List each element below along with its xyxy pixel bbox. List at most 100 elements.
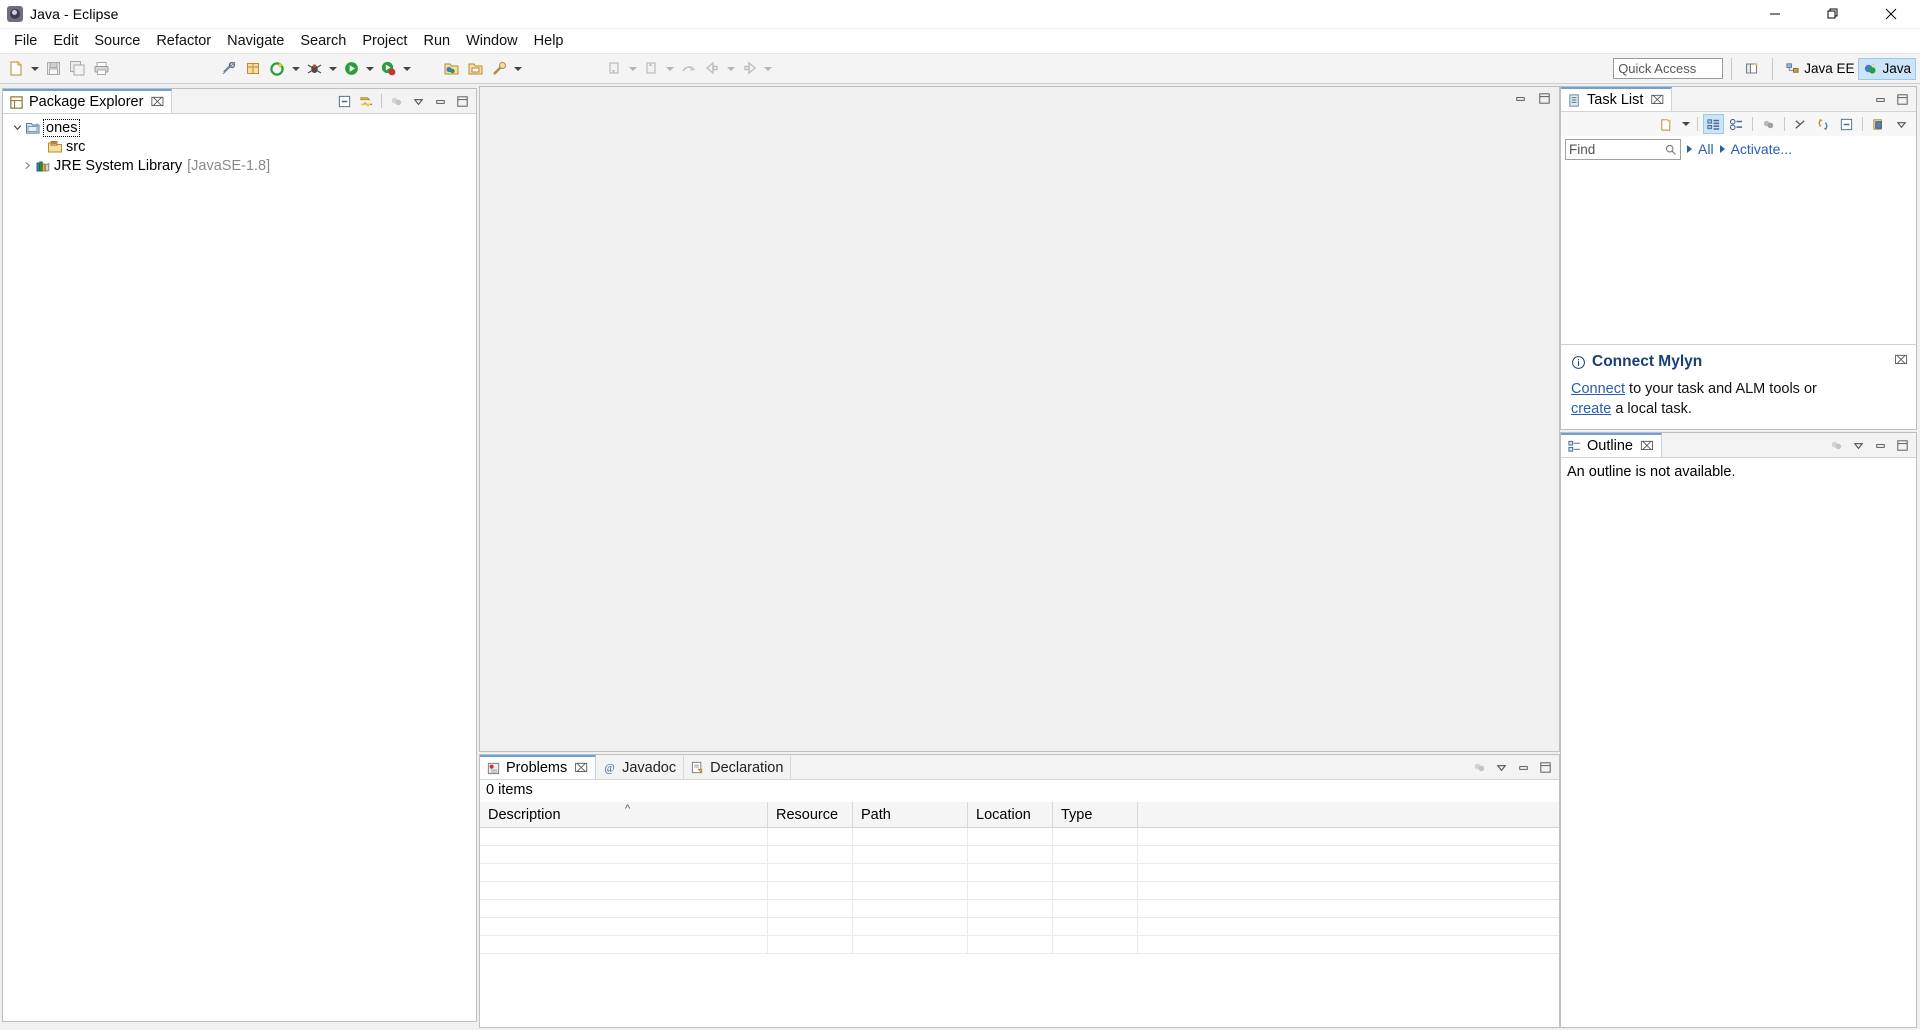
close-icon[interactable]: ⌧ xyxy=(1894,353,1908,367)
new-wizard-icon[interactable] xyxy=(4,57,28,81)
perspective-java[interactable]: Java xyxy=(1858,57,1916,80)
debug-icon[interactable] xyxy=(302,57,326,81)
maximize-icon[interactable] xyxy=(1535,757,1556,778)
table-row[interactable] xyxy=(480,918,1559,936)
minimize-icon[interactable] xyxy=(1870,435,1891,456)
view-menu-icon[interactable] xyxy=(1848,435,1869,456)
close-icon[interactable]: ⌧ xyxy=(1650,93,1664,107)
main-toolbar: Quick Access Java EE Java xyxy=(0,54,1920,84)
view-menu-icon[interactable] xyxy=(1491,757,1512,778)
table-row[interactable] xyxy=(480,864,1559,882)
search-dropdown-arrow-icon[interactable] xyxy=(511,57,524,81)
link-with-editor-icon[interactable] xyxy=(356,91,377,112)
open-perspective-icon[interactable] xyxy=(1740,57,1764,81)
tab-problems[interactable]: Problems ⌧ xyxy=(480,755,597,779)
editor-empty-surface[interactable] xyxy=(480,109,1559,751)
menu-search[interactable]: Search xyxy=(292,30,354,52)
restore-tasks-icon[interactable] xyxy=(1868,114,1889,134)
restore-window-button[interactable] xyxy=(1804,0,1862,29)
filter-link-all[interactable]: All xyxy=(1698,141,1714,157)
menu-source[interactable]: Source xyxy=(86,30,148,52)
minimize-icon[interactable] xyxy=(1513,757,1534,778)
column-header-type[interactable]: Type xyxy=(1053,802,1138,827)
tab-javadoc[interactable]: @ Javadoc xyxy=(596,755,685,779)
filter-link-activate[interactable]: Activate... xyxy=(1731,141,1792,157)
search-icon[interactable] xyxy=(1664,143,1677,156)
table-row[interactable] xyxy=(480,936,1559,954)
table-row[interactable] xyxy=(480,846,1559,864)
tab-package-explorer[interactable]: Package Explorer ⌧ xyxy=(3,89,173,113)
close-window-button[interactable] xyxy=(1862,0,1920,29)
column-header-location[interactable]: Location xyxy=(968,802,1053,827)
close-icon[interactable]: ⌧ xyxy=(150,95,164,109)
collapse-all-2-icon[interactable] xyxy=(1836,114,1857,134)
collapse-all-icon[interactable] xyxy=(1790,114,1811,134)
perspective-java-ee[interactable]: Java EE xyxy=(1781,58,1858,80)
find-input[interactable]: Find xyxy=(1565,138,1681,160)
maximize-icon[interactable] xyxy=(1534,88,1555,109)
tree-item-src[interactable]: src xyxy=(3,137,476,156)
new-task-dropdown-arrow-icon[interactable] xyxy=(1679,112,1692,136)
tree-item-project[interactable]: ones xyxy=(3,118,476,137)
tab-outline[interactable]: Outline ⌧ xyxy=(1561,433,1662,457)
tree-item-jre-system-library[interactable]: JRE System Library [JavaSE-1.8] xyxy=(3,156,476,175)
column-header-resource[interactable]: Resource xyxy=(768,802,853,827)
minimize-window-button[interactable] xyxy=(1746,0,1804,29)
open-type-icon[interactable] xyxy=(463,57,487,81)
table-row[interactable] xyxy=(480,882,1559,900)
mylyn-connect-link[interactable]: Connect xyxy=(1571,381,1625,397)
minimize-icon[interactable] xyxy=(1510,88,1531,109)
scheduled-presentation-icon[interactable] xyxy=(1726,114,1747,134)
menu-refactor[interactable]: Refactor xyxy=(148,30,219,52)
new-wizard-dropdown-arrow-icon[interactable] xyxy=(28,57,41,81)
toggle-breadcrumb-icon[interactable] xyxy=(217,57,241,81)
chevron-down-icon[interactable] xyxy=(9,122,25,133)
coverage-dropdown-arrow-icon[interactable] xyxy=(400,57,413,81)
quick-access-input[interactable]: Quick Access xyxy=(1613,58,1724,79)
run-icon[interactable] xyxy=(265,57,289,81)
editor-area[interactable] xyxy=(479,86,1560,752)
close-icon[interactable]: ⌧ xyxy=(574,761,588,775)
view-menu-icon[interactable] xyxy=(408,91,429,112)
column-header-description[interactable]: Description ^ xyxy=(480,802,768,827)
new-java-package-icon[interactable] xyxy=(241,57,265,81)
maximize-icon[interactable] xyxy=(1892,89,1913,110)
mylyn-create-link[interactable]: create xyxy=(1571,401,1611,417)
column-header-path[interactable]: Path xyxy=(853,802,968,827)
minimize-icon[interactable] xyxy=(430,91,451,112)
menu-file[interactable]: File xyxy=(6,30,45,52)
table-row[interactable] xyxy=(480,828,1559,846)
minimize-icon[interactable] xyxy=(1870,89,1891,110)
task-list-body[interactable] xyxy=(1561,162,1916,344)
coverage-icon[interactable] xyxy=(376,57,400,81)
collapse-all-icon[interactable] xyxy=(334,91,355,112)
menu-help[interactable]: Help xyxy=(526,30,572,52)
chevron-right-icon[interactable] xyxy=(19,160,35,171)
table-row[interactable] xyxy=(480,900,1559,918)
menu-window[interactable]: Window xyxy=(458,30,526,52)
menu-bar: File Edit Source Refactor Navigate Searc… xyxy=(0,29,1920,54)
run-dropdown-arrow-icon[interactable] xyxy=(289,57,302,81)
close-icon[interactable]: ⌧ xyxy=(1640,439,1654,453)
debug-dropdown-arrow-icon[interactable] xyxy=(326,57,339,81)
new-task-icon[interactable] xyxy=(1656,114,1677,134)
package-explorer-tree[interactable]: ones src JRE System Library [JavaSE-1.8] xyxy=(3,114,476,1021)
menu-navigate[interactable]: Navigate xyxy=(219,30,292,52)
new-java-project-icon[interactable] xyxy=(439,57,463,81)
maximize-icon[interactable] xyxy=(1892,435,1913,456)
menu-project[interactable]: Project xyxy=(354,30,415,52)
search-icon[interactable] xyxy=(487,57,511,81)
menu-run[interactable]: Run xyxy=(415,30,458,52)
focus-on-workweek-icon[interactable] xyxy=(1758,114,1779,134)
categorized-presentation-icon[interactable] xyxy=(1703,114,1724,134)
menu-edit[interactable]: Edit xyxy=(45,30,86,52)
synchronize-changed-icon[interactable] xyxy=(1813,114,1834,134)
center-column: Problems ⌧ @ Javadoc Declaration 0 items… xyxy=(479,84,1560,1030)
run-green-icon[interactable] xyxy=(339,57,363,81)
view-menu-icon[interactable] xyxy=(1891,114,1912,134)
tab-task-list[interactable]: Task List ⌧ xyxy=(1561,87,1673,111)
problems-table[interactable]: Description ^ Resource Path Location Typ… xyxy=(480,802,1559,1027)
run-green-dropdown-arrow-icon[interactable] xyxy=(363,57,376,81)
maximize-icon[interactable] xyxy=(452,91,473,112)
tab-declaration[interactable]: Declaration xyxy=(684,755,792,779)
